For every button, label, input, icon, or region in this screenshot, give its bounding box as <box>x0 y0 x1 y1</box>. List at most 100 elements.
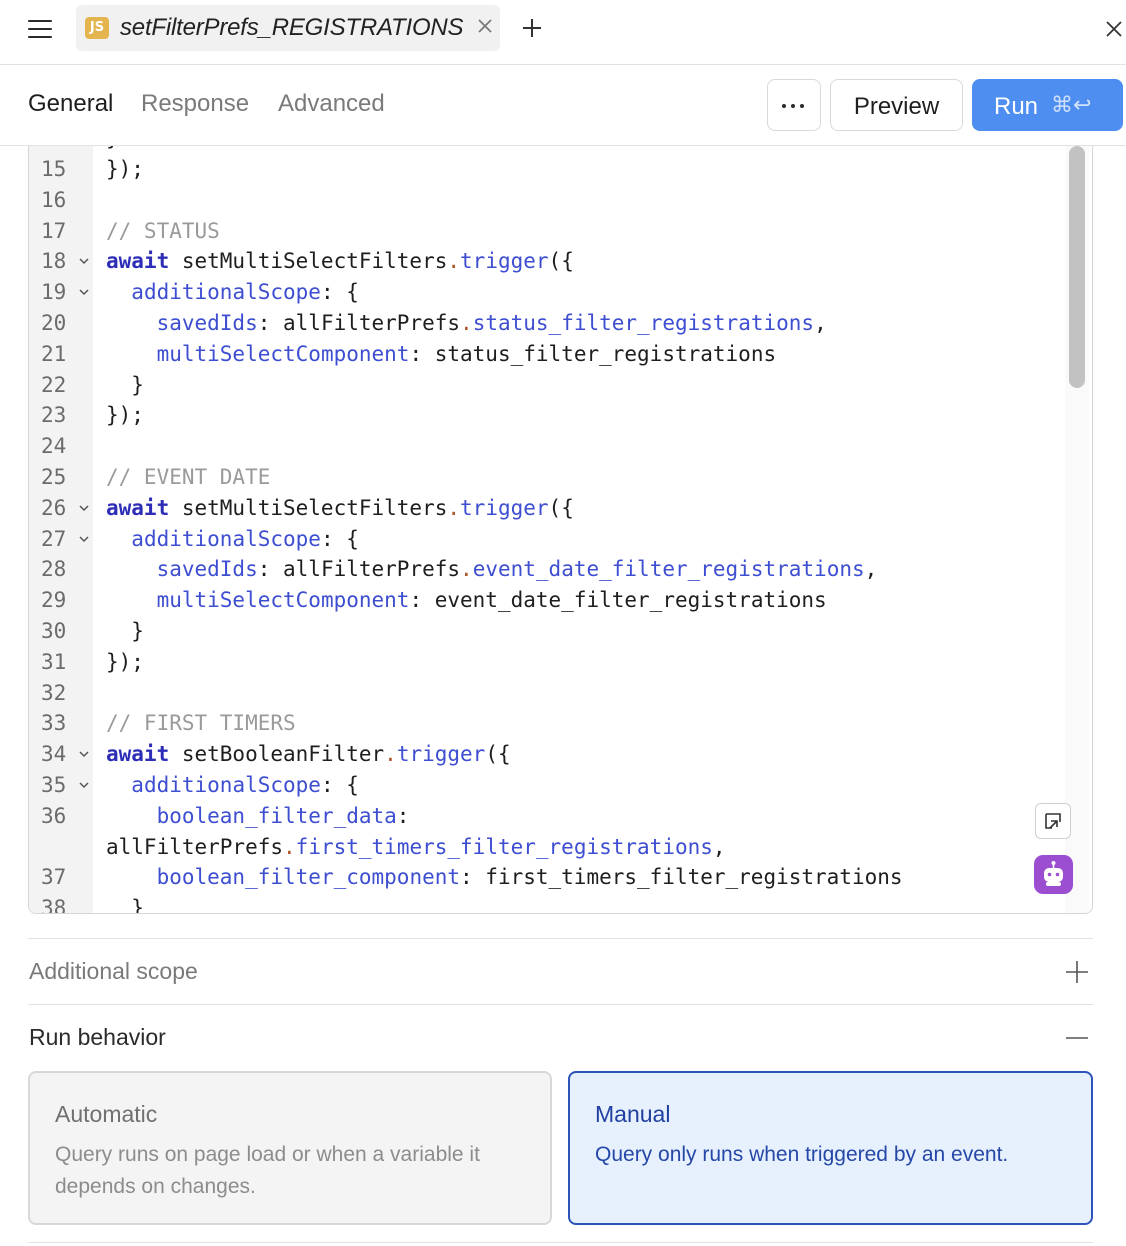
line-number: 18 <box>41 249 67 274</box>
code-text: additionalScope: { <box>131 526 359 551</box>
code-line: 33 // FIRST TIMERS <box>29 708 1069 739</box>
line-number: 20 <box>41 311 67 335</box>
code-line: } <box>29 146 1069 154</box>
code-line: 18 await setMultiSelectFilters.trigger({ <box>29 246 1069 277</box>
code-editor[interactable]: }15});1617// STATUS18await setMultiSelec… <box>28 146 1093 914</box>
code-line: 31}); <box>29 647 1069 678</box>
line-number: 28 <box>41 557 67 582</box>
preview-label: Preview <box>853 93 940 120</box>
line-number: 30 <box>41 619 67 643</box>
line-number: 38 <box>41 896 67 914</box>
code-text: } <box>106 619 144 643</box>
code-line: 17 // STATUS <box>29 216 1069 247</box>
manual-description: Query only runs when triggered by an eve… <box>595 1143 1009 1166</box>
code-text: }); <box>106 157 144 181</box>
code-line: 16 <box>29 185 1069 216</box>
more-options-button[interactable] <box>767 79 821 131</box>
line-number: 23 <box>41 403 67 428</box>
code-line: 26 await setMultiSelectFilters.trigger({ <box>29 493 1069 524</box>
menu-icon[interactable] <box>28 19 52 39</box>
line-number: 26 <box>41 495 67 520</box>
code-line: 23}); <box>29 400 1069 431</box>
code-text: await setMultiSelectFilters.trigger({ <box>106 249 574 274</box>
line-number: 24 <box>41 434 67 459</box>
code-text: } <box>106 896 144 914</box>
run-behavior-automatic-option[interactable]: Automatic Query runs on page load or whe… <box>28 1071 552 1225</box>
line-number: 15 <box>41 157 67 181</box>
query-tab[interactable]: JS setFilterPrefs_REGISTRATIONS <box>76 5 500 51</box>
code-text: } <box>106 372 144 397</box>
code-line: 20 savedIds: allFilterPrefs.status_filte… <box>29 308 1069 339</box>
tab-general[interactable]: General <box>28 90 113 118</box>
expand-editor-button[interactable] <box>1035 803 1071 839</box>
ai-assistant-button[interactable] <box>1034 855 1073 894</box>
code-text: // FIRST TIMERS <box>106 711 296 736</box>
run-label: Run <box>994 93 1039 120</box>
code-text: // EVENT DATE <box>106 465 271 489</box>
js-badge-icon: JS <box>85 17 109 39</box>
code-text: additionalScope: { <box>131 773 359 797</box>
robot-icon <box>1044 861 1063 886</box>
tab-advanced[interactable]: Advanced <box>278 90 385 118</box>
run-behavior-manual-option[interactable]: Manual Query only runs when triggered by… <box>568 1071 1093 1225</box>
editor-scrollbar[interactable] <box>1069 146 1085 388</box>
divider <box>28 1004 1093 1005</box>
close-tab-icon[interactable] <box>476 17 494 35</box>
code-line: 32 <box>29 678 1069 709</box>
automatic-title: Automatic <box>55 1101 158 1127</box>
add-scope-plus-icon[interactable] <box>1065 960 1089 984</box>
code-line: 15}); <box>29 154 1069 185</box>
query-toolbar: General Response Advanced Preview Run ⌘↩ <box>0 65 1126 146</box>
run-shortcut: ⌘↩ <box>1051 93 1092 118</box>
divider <box>28 938 1093 939</box>
new-tab-plus-icon[interactable] <box>521 17 543 39</box>
line-number: 19 <box>41 280 67 305</box>
code-text: }); <box>106 649 144 674</box>
line-number: 17 <box>41 218 67 243</box>
line-number: 37 <box>41 865 67 890</box>
code-text: additionalScope: { <box>131 280 359 305</box>
code-line: 19 additionalScope: { <box>29 277 1069 308</box>
line-number: 21 <box>41 341 67 366</box>
line-number: 32 <box>41 680 67 705</box>
code-text: }); <box>106 403 144 428</box>
code-line: 34 await setBooleanFilter.trigger({ <box>29 739 1069 770</box>
code-line: 30 } <box>29 616 1069 647</box>
line-number: 25 <box>41 465 67 489</box>
additional-scope-title[interactable]: Additional scope <box>29 958 198 985</box>
code-text: boolean_filter_data: <box>156 803 410 828</box>
collapse-minus-icon[interactable] <box>1065 1026 1089 1050</box>
code-line: 22 } <box>29 370 1069 401</box>
code-text: boolean_filter_component: first_timers_f… <box>156 865 903 890</box>
manual-title: Manual <box>595 1101 671 1127</box>
code-text: multiSelectComponent: status_filter_regi… <box>156 341 777 366</box>
code-line: allFilterPrefs.first_timers_filter_regis… <box>29 832 1069 863</box>
code-text: // STATUS <box>106 218 220 243</box>
code-line: 24 <box>29 431 1069 462</box>
code-text: savedIds: allFilterPrefs.status_filter_r… <box>156 311 827 335</box>
run-button[interactable]: Run ⌘↩ <box>972 79 1123 131</box>
code-line: 28 savedIds: allFilterPrefs.event_date_f… <box>29 554 1069 585</box>
code-line: 38 } <box>29 893 1069 914</box>
code-text: multiSelectComponent: event_date_filter_… <box>156 588 827 613</box>
line-number: 34 <box>41 742 67 767</box>
line-number: 29 <box>41 588 67 613</box>
top-bar: JS setFilterPrefs_REGISTRATIONS <box>0 0 1126 65</box>
tab-title: setFilterPrefs_REGISTRATIONS <box>120 14 464 41</box>
code-text: await setMultiSelectFilters.trigger({ <box>106 495 574 520</box>
close-panel-icon[interactable] <box>1104 19 1124 39</box>
code-line: 21 multiSelectComponent: status_filter_r… <box>29 339 1069 370</box>
line-number: 31 <box>41 649 67 674</box>
preview-button[interactable]: Preview <box>830 79 963 131</box>
code-text: allFilterPrefs.first_timers_filter_regis… <box>106 834 726 859</box>
expand-icon <box>1045 813 1061 829</box>
code-text: savedIds: allFilterPrefs.event_date_filt… <box>156 557 878 582</box>
tab-response[interactable]: Response <box>141 90 249 118</box>
code-text: await setBooleanFilter.trigger({ <box>106 742 511 767</box>
line-number: 33 <box>41 711 67 736</box>
run-behavior-title[interactable]: Run behavior <box>29 1024 166 1051</box>
line-number: 27 <box>41 526 67 551</box>
line-number: 22 <box>41 372 67 397</box>
line-number: 16 <box>41 187 67 212</box>
code-line: 36 boolean_filter_data: <box>29 801 1069 832</box>
